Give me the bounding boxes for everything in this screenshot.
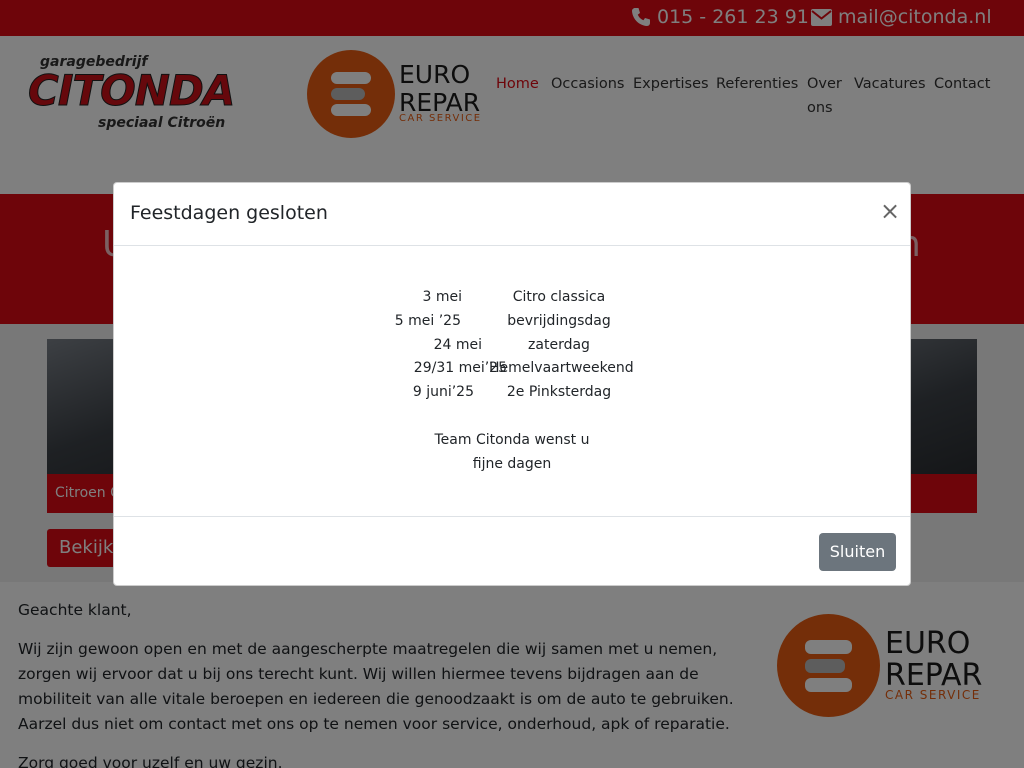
holiday-event: Hemelvaartweekend xyxy=(489,360,634,377)
close-button[interactable]: Sluiten xyxy=(819,533,896,571)
schedule-row: 3 mei Citro classica xyxy=(384,286,644,310)
holiday-event: zaterdag xyxy=(528,336,590,353)
holiday-event: bevrijdingsdag xyxy=(507,312,611,329)
close-icon[interactable]: × xyxy=(878,197,902,225)
schedule-row: 9 juni’25 2e Pinksterdag xyxy=(384,381,644,405)
holiday-event: 2e Pinksterdag xyxy=(506,384,612,401)
holiday-date: 9 juni’25 xyxy=(412,384,474,401)
holiday-closure-modal: Feestdagen gesloten × 3 mei Citro classi… xyxy=(113,182,911,586)
schedule-row: 24 mei zaterdag xyxy=(384,334,644,358)
schedule-row: 29/31 mei’25 Hemelvaartweekend xyxy=(384,357,644,381)
modal-header: Feestdagen gesloten × xyxy=(114,183,910,246)
holiday-date: 24 mei xyxy=(433,336,482,353)
holiday-schedule: 3 mei Citro classica 5 mei ’25 bevrijdin… xyxy=(384,286,644,405)
holiday-date: 3 mei xyxy=(422,289,463,305)
modal-body: 3 mei Citro classica 5 mei ’25 bevrijdin… xyxy=(114,246,910,516)
schedule-row: 5 mei ’25 bevrijdingsdag xyxy=(384,310,644,334)
footnote-line2: fijne dagen xyxy=(472,456,552,472)
holiday-date: 5 mei ’25 xyxy=(394,312,461,329)
modal-title: Feestdagen gesloten xyxy=(130,202,328,224)
modal-footnote: Team Citonda wenst u fijne dagen xyxy=(114,428,910,476)
holiday-event: Citro classica xyxy=(512,289,606,305)
modal-footer: Sluiten xyxy=(114,516,910,587)
footnote-line1: Team Citonda wenst u xyxy=(434,432,590,448)
